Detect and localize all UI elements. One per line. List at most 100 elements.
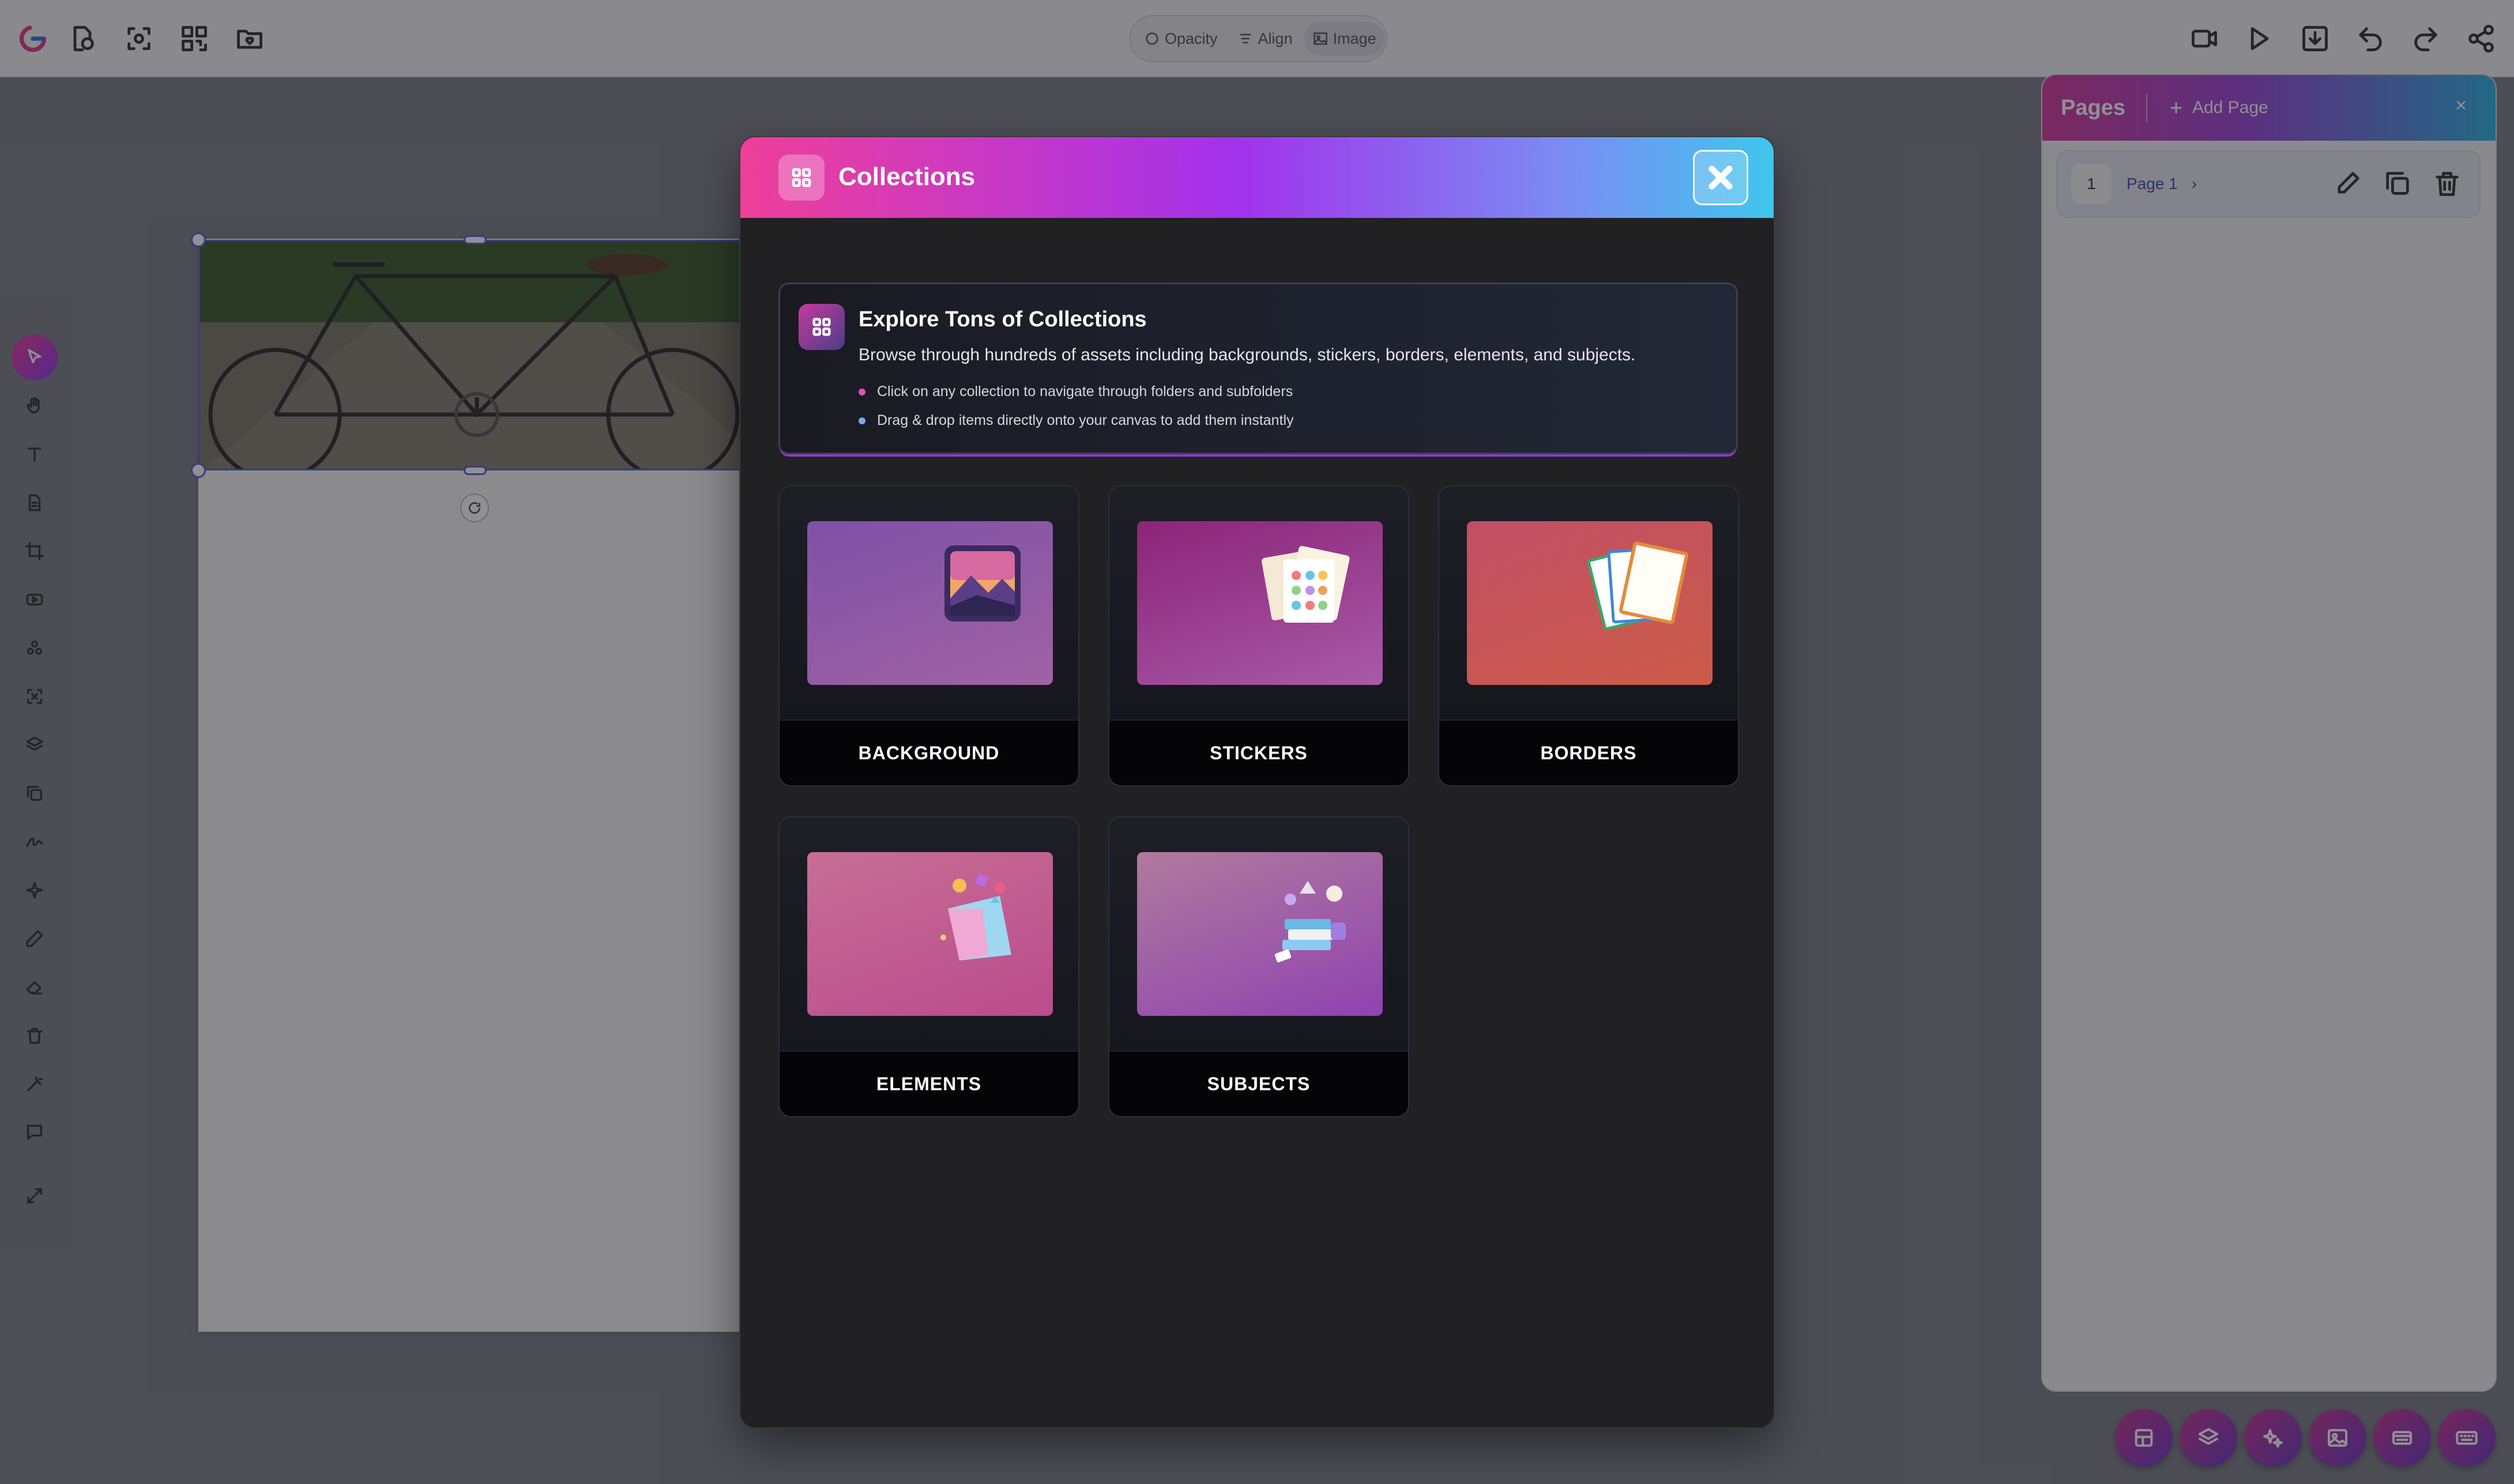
ai-detect-tool[interactable] bbox=[12, 673, 58, 720]
image-button[interactable]: Image bbox=[1304, 22, 1384, 55]
templates-fab[interactable] bbox=[2115, 1409, 2173, 1467]
pages-header: Pages Add Page × bbox=[2042, 75, 2496, 141]
expand-tool[interactable] bbox=[12, 1173, 58, 1219]
magic-tool[interactable] bbox=[12, 867, 58, 913]
stickers-thumbnail bbox=[1137, 521, 1383, 685]
pages-title: Pages bbox=[2061, 95, 2125, 120]
resize-handle-bottom-left[interactable] bbox=[191, 463, 206, 478]
shopping-bag-elements-icon bbox=[940, 873, 1011, 961]
header-divider bbox=[2146, 93, 2147, 122]
add-page-button[interactable]: Add Page bbox=[2168, 98, 2268, 118]
subjects-thumbnail bbox=[1137, 852, 1383, 1016]
info-bullet: Drag & drop items directly onto your can… bbox=[859, 412, 1294, 429]
collection-card-elements[interactable]: ELEMENTS bbox=[778, 816, 1079, 1117]
shapes-tool[interactable] bbox=[12, 625, 58, 671]
folder-heart-icon[interactable] bbox=[233, 22, 266, 55]
border-frames-icon bbox=[1588, 541, 1688, 630]
share-icon[interactable] bbox=[2464, 22, 2498, 55]
collection-card-stickers[interactable]: STICKERS bbox=[1108, 485, 1409, 786]
collection-card-background[interactable]: BACKGROUND bbox=[778, 485, 1079, 786]
layers-icon bbox=[2199, 1428, 2218, 1445]
ai-detect-icon bbox=[27, 688, 43, 705]
magic-wand-icon bbox=[27, 1076, 43, 1092]
books-subjects-icon bbox=[1274, 881, 1346, 963]
text-tool[interactable] bbox=[12, 431, 58, 477]
card-label: ELEMENTS bbox=[876, 1073, 982, 1094]
layers-tool[interactable] bbox=[12, 722, 58, 768]
delete-icon[interactable] bbox=[2432, 168, 2462, 198]
layers-fab[interactable] bbox=[2180, 1409, 2237, 1467]
pages-close-button[interactable]: × bbox=[2455, 95, 2467, 117]
ai-sparkle-icon bbox=[2263, 1429, 2283, 1448]
add-page-label: Add Page bbox=[2192, 98, 2268, 117]
rotate-icon bbox=[468, 502, 481, 514]
comment-tool[interactable] bbox=[12, 1109, 58, 1155]
page-list-item[interactable]: 1 Page 1 › bbox=[2056, 150, 2481, 218]
cursor-icon bbox=[28, 349, 42, 364]
redo-icon[interactable] bbox=[2409, 22, 2443, 55]
bullet-text: Drag & drop items directly onto your can… bbox=[877, 412, 1294, 428]
resize-handle-top-left[interactable] bbox=[191, 232, 206, 247]
copy-icon[interactable] bbox=[2383, 168, 2413, 198]
video-tool[interactable] bbox=[12, 577, 58, 623]
wand-tool[interactable] bbox=[12, 1061, 58, 1107]
image-fab[interactable] bbox=[2309, 1409, 2366, 1467]
duplicate-tool[interactable] bbox=[12, 770, 58, 816]
collection-card-borders[interactable]: BORDERS bbox=[1438, 485, 1739, 786]
select-tool[interactable] bbox=[12, 334, 58, 381]
bullet-text: Click on any collection to navigate thro… bbox=[877, 383, 1293, 400]
hand-tool[interactable] bbox=[12, 383, 58, 429]
media-fab[interactable] bbox=[2373, 1409, 2431, 1467]
trash-icon bbox=[27, 1027, 43, 1044]
shapes-icon bbox=[27, 640, 43, 655]
film-icon bbox=[2392, 1431, 2412, 1445]
close-icon bbox=[1708, 165, 1733, 190]
play-icon[interactable] bbox=[2242, 22, 2275, 55]
new-project-icon[interactable] bbox=[66, 22, 99, 55]
image-label: Image bbox=[1333, 29, 1376, 47]
image-icon bbox=[2328, 1429, 2347, 1447]
selected-image-tandem-bicycle[interactable] bbox=[198, 240, 775, 470]
crop-tool[interactable] bbox=[12, 528, 58, 574]
card-label: BACKGROUND bbox=[858, 742, 1000, 763]
pen-icon bbox=[26, 930, 43, 947]
align-button[interactable]: Align bbox=[1229, 22, 1301, 55]
top-toolbar: Opacity Align Image bbox=[0, 0, 2514, 77]
eraser-tool[interactable] bbox=[12, 964, 58, 1010]
collection-card-subjects[interactable]: SUBJECTS bbox=[1108, 816, 1409, 1117]
info-title: Explore Tons of Collections bbox=[859, 307, 1147, 332]
align-icon bbox=[1240, 33, 1251, 44]
grid-icon bbox=[799, 304, 845, 350]
zoom-fit-icon[interactable] bbox=[122, 22, 156, 55]
opacity-label: Opacity bbox=[1165, 29, 1218, 47]
record-video-icon[interactable] bbox=[2188, 22, 2221, 55]
borders-thumbnail bbox=[1467, 521, 1713, 685]
signature-tool[interactable] bbox=[12, 819, 58, 865]
image-options-pill: Opacity Align Image bbox=[1129, 15, 1387, 62]
logo-icon[interactable] bbox=[16, 22, 50, 55]
resize-handle-bottom[interactable] bbox=[464, 466, 487, 475]
qr-code-icon[interactable] bbox=[178, 22, 211, 55]
document-icon bbox=[28, 494, 41, 511]
trash-tool[interactable] bbox=[12, 1012, 58, 1059]
sticker-sheets-icon bbox=[1262, 545, 1350, 623]
rotate-handle[interactable] bbox=[460, 494, 489, 522]
resize-handle-top[interactable] bbox=[464, 235, 487, 244]
page-name: Page 1 bbox=[2127, 175, 2178, 193]
chevron-right-icon: › bbox=[2191, 175, 2197, 193]
elements-thumbnail bbox=[807, 852, 1053, 1016]
keyboard-icon bbox=[2456, 1431, 2478, 1445]
ai-fab[interactable] bbox=[2244, 1409, 2302, 1467]
pages-panel: Pages Add Page × 1 Page 1 › bbox=[2041, 74, 2497, 1392]
edit-icon[interactable] bbox=[2333, 168, 2363, 198]
undo-icon[interactable] bbox=[2354, 22, 2387, 55]
modal-close-button[interactable] bbox=[1693, 150, 1748, 205]
download-icon[interactable] bbox=[2298, 22, 2332, 55]
document-tool[interactable] bbox=[12, 480, 58, 526]
modal-header: Collections bbox=[740, 137, 1774, 218]
sparkle-icon bbox=[26, 882, 43, 899]
card-label: BORDERS bbox=[1540, 742, 1637, 763]
opacity-button[interactable]: Opacity bbox=[1136, 22, 1226, 55]
pen-tool[interactable] bbox=[12, 916, 58, 962]
keyboard-fab[interactable] bbox=[2438, 1409, 2496, 1467]
